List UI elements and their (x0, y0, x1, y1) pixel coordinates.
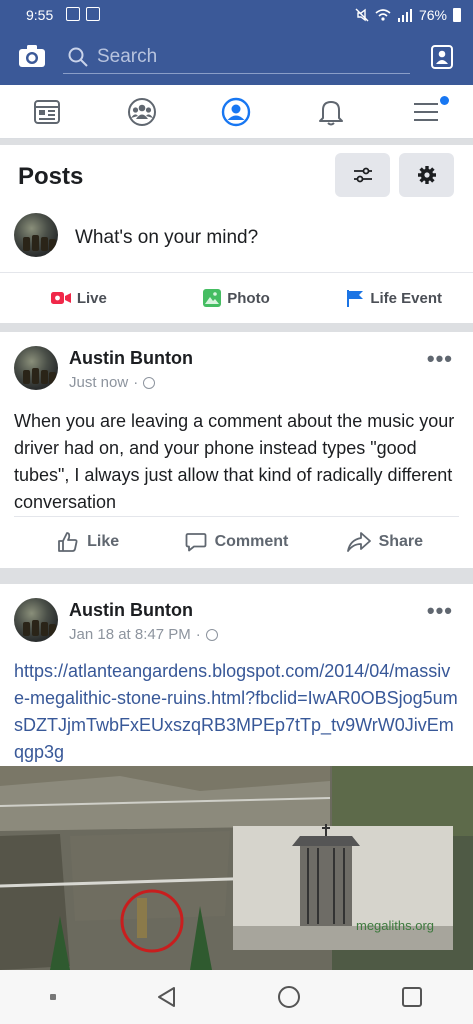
comment-button[interactable]: Comment (162, 517, 310, 566)
photo-icon (203, 289, 222, 307)
more-options-icon[interactable]: ••• (427, 346, 453, 372)
share-label: Share (378, 532, 424, 550)
share-arrow-icon (346, 531, 371, 552)
messenger-icon[interactable] (431, 45, 453, 69)
notification-app-icon (66, 7, 80, 21)
profile-icon (222, 97, 251, 126)
live-video-icon (50, 292, 71, 304)
post-card: Austin Bunton Just now · ••• When you ar… (0, 332, 473, 568)
news-feed-icon (34, 99, 61, 124)
comment-label: Comment (214, 532, 289, 550)
photo-label: Photo (227, 289, 270, 307)
menu-icon (413, 102, 438, 121)
filter-sliders-icon (353, 167, 372, 183)
battery-percent: 76% (418, 7, 447, 23)
megalith-photo (0, 766, 473, 970)
post-card: Austin Bunton Jan 18 at 8:47 PM · ••• ht… (0, 584, 473, 766)
system-navigation-bar (0, 970, 473, 1024)
globe-icon (143, 376, 156, 389)
battery-icon (453, 8, 461, 22)
like-label: Like (87, 532, 120, 550)
flag-icon (347, 290, 364, 307)
filter-posts-button[interactable] (335, 153, 390, 197)
gear-icon (417, 166, 436, 184)
groups-icon (127, 97, 156, 126)
post-link[interactable]: https://atlanteangardens.blogspot.com/20… (14, 658, 459, 766)
home-icon[interactable] (277, 985, 301, 1009)
recents-icon[interactable] (401, 986, 423, 1008)
life-event-label: Life Event (370, 289, 443, 307)
back-icon[interactable] (156, 986, 176, 1008)
photo-watermark: megaliths.org (356, 918, 435, 933)
search-placeholder: Search (97, 46, 158, 67)
image-notification-icon (86, 7, 100, 21)
tab-notifications[interactable] (284, 85, 379, 138)
live-button[interactable]: Live (0, 273, 158, 323)
tab-groups[interactable] (95, 85, 190, 138)
photo-button[interactable]: Photo (158, 273, 316, 323)
search-bar[interactable]: Search (63, 41, 410, 74)
post-author[interactable]: Austin Bunton (69, 600, 193, 621)
post-composer[interactable]: What's on your mind? (0, 205, 473, 273)
menu-notification-dot (439, 96, 449, 105)
post-timestamp[interactable]: Just now (69, 374, 128, 391)
system-dot-icon (50, 994, 57, 1000)
share-button[interactable]: Share (311, 517, 459, 566)
wifi-icon (375, 9, 391, 21)
live-label: Live (76, 289, 107, 307)
app-bar: Search (0, 30, 473, 85)
link-preview-image[interactable]: megaliths.org (0, 766, 473, 970)
post-timestamp[interactable]: Jan 18 at 8:47 PM (69, 626, 191, 643)
status-time: 9:55 (26, 7, 54, 23)
life-event-button[interactable]: Life Event (315, 273, 473, 323)
post-settings-button[interactable] (399, 153, 454, 197)
search-icon (68, 47, 88, 67)
avatar[interactable] (14, 213, 58, 257)
tab-profile[interactable] (189, 85, 284, 138)
status-bar: 9:55 76% (0, 0, 473, 30)
globe-icon (205, 628, 218, 641)
thumbs-up-icon (58, 531, 78, 552)
composer-prompt: What's on your mind? (75, 227, 259, 248)
post-author[interactable]: Austin Bunton (69, 348, 193, 369)
posts-section-header: Posts (0, 145, 473, 205)
more-options-icon[interactable]: ••• (427, 598, 453, 624)
posts-title: Posts (18, 163, 84, 190)
notifications-bell-icon (319, 100, 344, 125)
post-action-bar: Like Comment Share (14, 516, 459, 566)
signal-icon (397, 9, 412, 22)
tab-news-feed[interactable] (0, 85, 95, 138)
main-navigation (0, 85, 473, 139)
composer-actions: Live Photo Life Event (0, 273, 473, 323)
mute-icon (355, 8, 369, 22)
avatar[interactable] (14, 598, 58, 642)
post-text: When you are leaving a comment about the… (14, 411, 455, 512)
comment-icon (185, 532, 206, 551)
avatar[interactable] (14, 346, 58, 390)
like-button[interactable]: Like (14, 517, 162, 566)
camera-icon[interactable] (18, 44, 46, 68)
tab-menu[interactable] (378, 85, 473, 138)
